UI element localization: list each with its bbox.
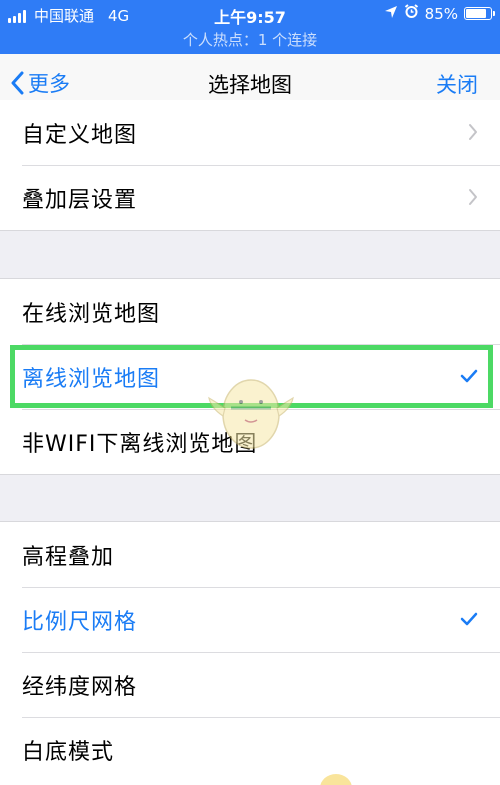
row-label: 叠加层设置 bbox=[22, 188, 138, 213]
row-label: 自定义地图 bbox=[22, 123, 138, 148]
checkmark-icon bbox=[460, 612, 478, 626]
row-label: 在线浏览地图 bbox=[22, 302, 161, 327]
page-title: 选择地图 bbox=[208, 73, 292, 97]
overlay-options-group: 高程叠加 比例尺网格 经纬度网格 白底模式 bbox=[0, 521, 500, 785]
close-button[interactable]: 关闭 bbox=[436, 69, 478, 99]
list-item-lat-lon-grid[interactable]: 经纬度网格 bbox=[0, 652, 500, 717]
list-item-white-background[interactable]: 白底模式 bbox=[0, 717, 500, 782]
alarm-icon bbox=[404, 4, 419, 23]
mascot-watermark-icon bbox=[208, 379, 294, 449]
checkmark-icon bbox=[460, 369, 478, 383]
row-label: 白底模式 bbox=[22, 740, 115, 765]
row-label: 比例尺网格 bbox=[22, 610, 138, 635]
list-item-scale-grid[interactable]: 比例尺网格 bbox=[0, 587, 500, 652]
row-label: 高程叠加 bbox=[22, 545, 115, 570]
status-bar: 中国联通 4G 上午9:57 85% 个人热点：1 个连接 bbox=[0, 0, 500, 54]
chevron-right-icon bbox=[469, 124, 477, 140]
list-item-custom-map[interactable]: 自定义地图 bbox=[0, 100, 500, 165]
map-settings-group: 自定义地图 叠加层设置 bbox=[0, 100, 500, 231]
chevron-right-icon bbox=[469, 189, 477, 205]
list-item-overlay-settings[interactable]: 叠加层设置 bbox=[0, 165, 500, 230]
hotspot-banner[interactable]: 个人热点：1 个连接 bbox=[0, 29, 500, 50]
row-label: 经纬度网格 bbox=[22, 675, 138, 700]
location-icon bbox=[384, 5, 398, 23]
row-label: 离线浏览地图 bbox=[22, 367, 161, 392]
battery-icon bbox=[464, 7, 495, 20]
mascot-watermark-icon bbox=[320, 774, 352, 785]
list-item-elevation-overlay[interactable]: 高程叠加 bbox=[0, 522, 500, 587]
battery-percent: 85% bbox=[424, 4, 458, 23]
list-item-online-map[interactable]: 在线浏览地图 bbox=[0, 279, 500, 344]
